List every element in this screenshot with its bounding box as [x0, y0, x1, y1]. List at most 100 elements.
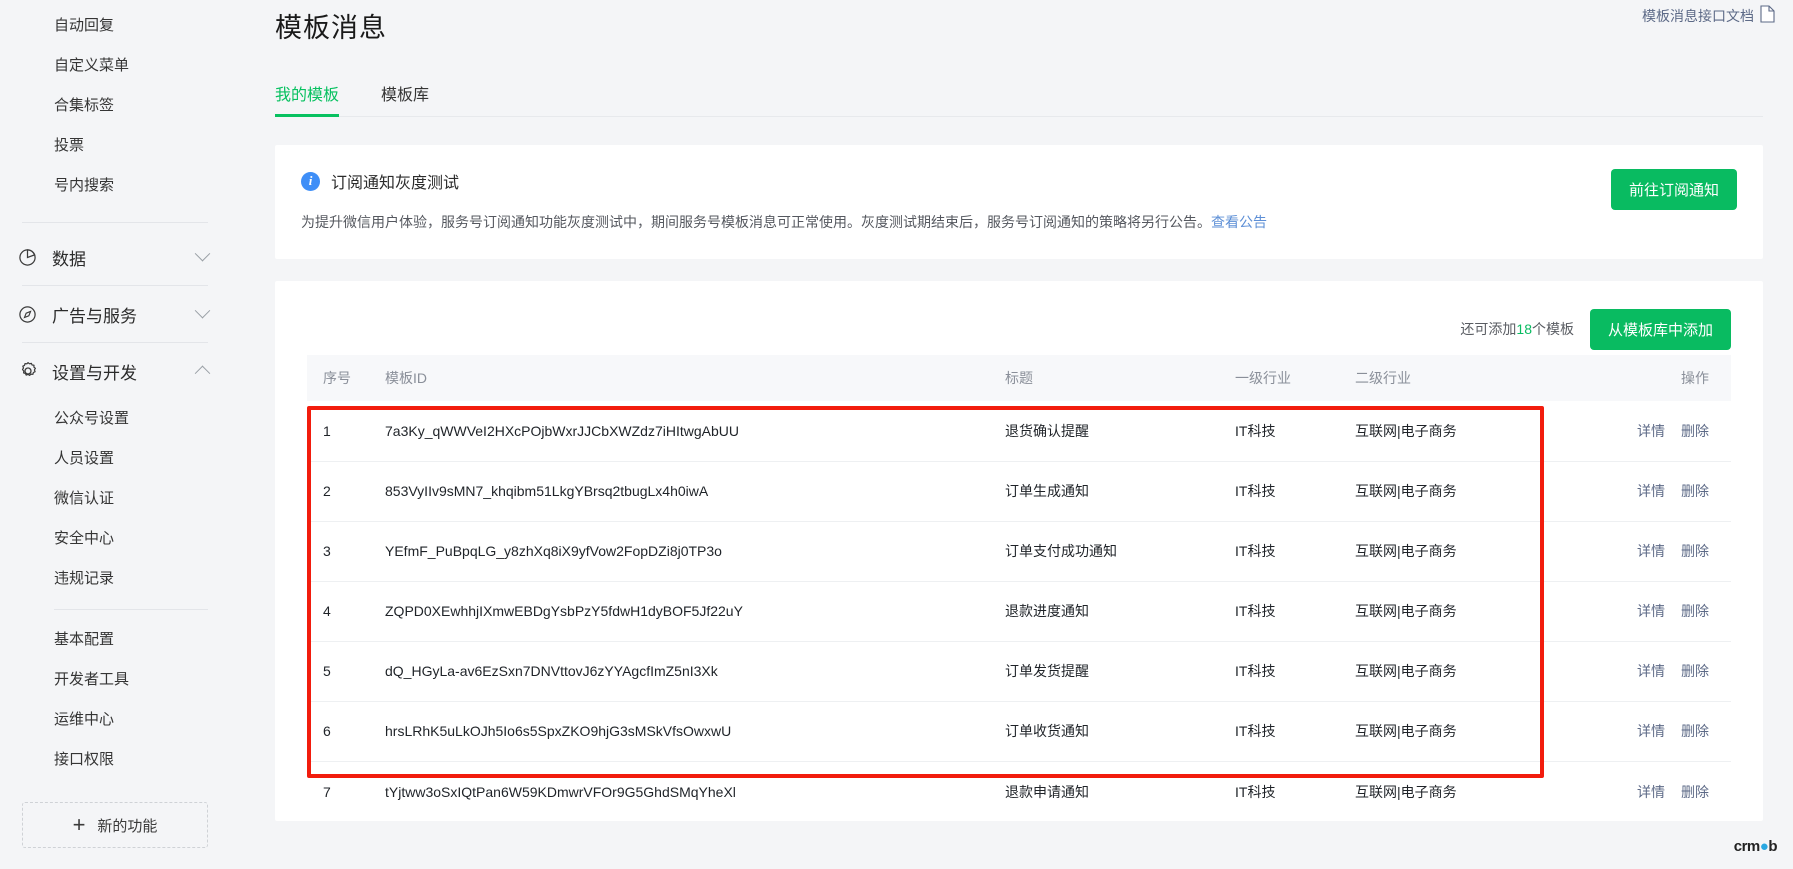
tab-bar: 我的模板 模板库	[275, 81, 1763, 117]
delete-link[interactable]: 删除	[1681, 663, 1709, 679]
delete-link[interactable]: 删除	[1681, 423, 1709, 439]
table-row: 3 YEfmF_PuBpqLG_y8zhXq8iX9yfVow2FopDZi8j0…	[307, 521, 1731, 582]
sidebar-item-developer-tools[interactable]: 开发者工具	[0, 660, 230, 700]
notice-title: 订阅通知灰度测试	[331, 175, 460, 192]
sidebar-divider-1	[22, 222, 208, 223]
row-no: 6	[307, 701, 379, 762]
row-no: 7	[323, 783, 331, 800]
row-no: 2	[307, 461, 379, 522]
row-title: 订单生成通知	[999, 461, 1229, 522]
add-new-feature-button[interactable]: + 新的功能	[22, 802, 208, 848]
sidebar-item-account-settings[interactable]: 公众号设置	[0, 399, 230, 439]
quota-suffix: 个模板	[1531, 321, 1574, 338]
row-no: 4	[307, 581, 379, 642]
delete-link[interactable]: 删除	[1681, 543, 1709, 559]
sidebar-item-auto-reply[interactable]: 自动回复	[0, 6, 230, 46]
sidebar-divider-3	[22, 342, 208, 343]
sidebar-item-violation-records[interactable]: 违规记录	[0, 559, 230, 599]
row-industry2: 互联网|电子商务	[1355, 783, 1457, 800]
row-industry2: 互联网|电子商务	[1349, 461, 1589, 522]
row-template-id: hrsLRhK5uLkOJh5Io6s5SpxZKO9hjG3sMSkVfsOw…	[379, 701, 999, 762]
document-icon	[1760, 5, 1775, 26]
detail-link[interactable]: 详情	[1637, 784, 1665, 800]
row-industry1: IT科技	[1229, 641, 1349, 702]
sidebar-group-settings-label: 设置与开发	[52, 363, 137, 383]
sidebar-item-security-center[interactable]: 安全中心	[0, 519, 230, 559]
row-actions: 详情 删除	[1589, 641, 1731, 702]
row-industry1: IT科技	[1229, 581, 1349, 642]
app-root: 自动回复 自定义菜单 合集标签 投票 号内搜索 数据 广告与服务 设置与开发 公…	[0, 0, 1793, 869]
delete-link[interactable]: 删除	[1681, 603, 1709, 619]
row-title: 退款申请通知	[1005, 783, 1089, 800]
col-header-no: 序号	[307, 355, 379, 402]
detail-link[interactable]: 详情	[1637, 543, 1665, 559]
sidebar-item-vote[interactable]: 投票	[0, 126, 230, 166]
delete-link[interactable]: 删除	[1681, 784, 1709, 800]
sidebar-item-collection-tag[interactable]: 合集标签	[0, 86, 230, 126]
table-row: 7 tYjtww3oSxIQtPan6W59KDmwrVFOr9G5GhdSMqY…	[307, 761, 1731, 821]
table-row: 2 853VyIIv9sMN7_khqibm51LkgYBrsq2tbugLx4h…	[307, 461, 1731, 522]
table-row: 1 7a3Ky_qWWVeI2HXcPOjbWxrJJCbXWZdz7iHItwg…	[307, 401, 1731, 462]
row-industry2: 互联网|电子商务	[1349, 581, 1589, 642]
notice-view-announcement-link[interactable]: 查看公告	[1211, 214, 1267, 230]
panel-toolbar: 还可添加18个模板 从模板库中添加	[307, 303, 1731, 355]
row-industry2: 互联网|电子商务	[1349, 521, 1589, 582]
row-template-id: 853VyIIv9sMN7_khqibm51LkgYBrsq2tbugLx4h0…	[379, 461, 999, 522]
add-from-library-button[interactable]: 从模板库中添加	[1589, 308, 1731, 350]
col-header-actions: 操作	[1589, 355, 1731, 402]
col-header-title: 标题	[999, 355, 1229, 402]
sidebar-item-in-account-search[interactable]: 号内搜索	[0, 166, 230, 206]
pie-chart-icon	[18, 248, 44, 267]
table-row: 5 dQ_HGyLa-av6EzSxn7DNVttovJ6zYYAgcfImZ5n…	[307, 641, 1731, 702]
sidebar-item-ops-center[interactable]: 运维中心	[0, 700, 230, 740]
sidebar-item-member-settings[interactable]: 人员设置	[0, 439, 230, 479]
detail-link[interactable]: 详情	[1637, 723, 1665, 739]
detail-link[interactable]: 详情	[1637, 663, 1665, 679]
add-new-feature-label: 新的功能	[97, 817, 158, 835]
col-header-template-id: 模板ID	[379, 355, 999, 402]
template-doc-link[interactable]: 模板消息接口文档	[1642, 5, 1775, 26]
watermark-text-a: crm	[1733, 838, 1761, 855]
sidebar-divider-4	[54, 609, 208, 610]
chevron-up-icon	[194, 361, 211, 382]
sidebar: 自动回复 自定义菜单 合集标签 投票 号内搜索 数据 广告与服务 设置与开发 公…	[0, 0, 230, 869]
row-no: 5	[307, 641, 379, 702]
plus-icon: +	[72, 812, 86, 837]
row-industry2: 互联网|电子商务	[1349, 701, 1589, 762]
tab-template-library[interactable]: 模板库	[381, 81, 429, 116]
sidebar-item-custom-menu[interactable]: 自定义菜单	[0, 46, 230, 86]
main-content: 模板消息接口文档 模板消息 我的模板 模板库 i 订阅通知灰度测试 为提升微信用…	[230, 0, 1793, 869]
row-template-id: tYjtww3oSxIQtPan6W59KDmwrVFOr9G5GhdSMqYh…	[385, 783, 736, 800]
row-actions: 详情 删除	[1589, 581, 1731, 642]
sidebar-item-basic-config[interactable]: 基本配置	[0, 620, 230, 660]
sidebar-group-data-label: 数据	[52, 249, 86, 269]
notice-body-text: 为提升微信用户体验，服务号订阅通知功能灰度测试中，期间服务号模板消息可正常使用。…	[301, 214, 1211, 230]
gear-icon	[18, 361, 44, 381]
sidebar-item-api-permissions[interactable]: 接口权限	[0, 740, 230, 780]
col-header-industry2: 二级行业	[1349, 355, 1589, 402]
table-row: 4 ZQPD0XEwhhjIXmwEBDgYsbPzY5fdwH1dyBOF5Jf…	[307, 581, 1731, 642]
delete-link[interactable]: 删除	[1681, 483, 1709, 499]
go-to-subscription-notice-button[interactable]: 前往订阅通知	[1610, 169, 1737, 210]
sidebar-item-wechat-certification[interactable]: 微信认证	[0, 479, 230, 519]
sidebar-group-settings-dev[interactable]: 设置与开发	[0, 347, 230, 395]
quota-text: 还可添加18个模板	[1460, 319, 1574, 339]
tab-my-templates[interactable]: 我的模板	[275, 81, 340, 117]
row-actions: 详情 删除	[1589, 401, 1731, 462]
detail-link[interactable]: 详情	[1637, 603, 1665, 619]
detail-link[interactable]: 详情	[1637, 423, 1665, 439]
page-title: 模板消息	[275, 13, 387, 43]
table-body: 1 7a3Ky_qWWVeI2HXcPOjbWxrJJCbXWZdz7iHItwg…	[307, 401, 1731, 821]
quota-count: 18	[1516, 321, 1532, 338]
col-header-industry1: 一级行业	[1229, 355, 1349, 402]
sidebar-group-data[interactable]: 数据	[0, 233, 230, 281]
row-title: 退货确认提醒	[999, 401, 1229, 462]
row-industry1: IT科技	[1229, 701, 1349, 762]
detail-link[interactable]: 详情	[1637, 483, 1665, 499]
chevron-down-icon	[194, 245, 211, 267]
notice-body: 为提升微信用户体验，服务号订阅通知功能灰度测试中，期间服务号模板消息可正常使用。…	[301, 211, 1737, 233]
sidebar-group-ads-services[interactable]: 广告与服务	[0, 290, 230, 338]
notice-header: i 订阅通知灰度测试	[301, 169, 1737, 193]
row-industry1: IT科技	[1229, 461, 1349, 522]
delete-link[interactable]: 删除	[1681, 723, 1709, 739]
